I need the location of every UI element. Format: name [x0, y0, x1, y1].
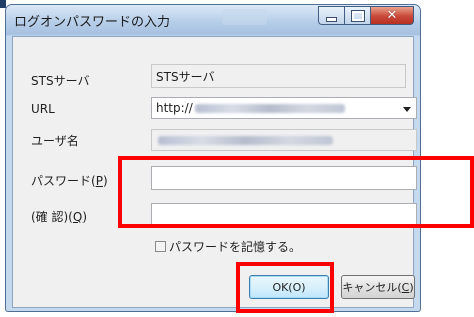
title-bar-blur — [222, 9, 267, 25]
sts-server-label: STSサーバ — [31, 74, 90, 88]
password-access-key: P — [95, 174, 103, 188]
password-label: パスワード(P) — [31, 172, 108, 189]
close-icon: ✕ — [386, 8, 398, 23]
sts-server-field: STSサーバ — [151, 64, 406, 88]
close-button[interactable]: ✕ — [370, 6, 414, 25]
title-bar[interactable]: ログオンパスワードの入力 ✕ — [6, 5, 420, 34]
url-label: URL — [31, 102, 55, 116]
remember-password-label[interactable]: パスワードを記憶する。 — [169, 238, 301, 255]
window-title: ログオンパスワードの入力 — [14, 15, 171, 30]
chevron-down-icon[interactable] — [403, 107, 411, 112]
password-label-prefix: パスワード( — [31, 174, 96, 188]
cancel-label-prefix: キャンセル( — [342, 281, 402, 294]
confirm-access-key: Q — [72, 210, 83, 224]
window-controls: ✕ — [318, 6, 414, 25]
url-select[interactable]: http:// — [151, 97, 417, 119]
user-name-redacted — [158, 135, 333, 145]
password-fields-highlight — [118, 156, 474, 228]
cancel-button[interactable]: キャンセル(C) — [341, 275, 415, 299]
password-label-suffix: ) — [102, 174, 108, 188]
confirm-label-prefix: (確 認)( — [31, 210, 73, 224]
confirm-label-suffix: ) — [82, 210, 88, 224]
minimize-icon — [326, 16, 337, 22]
user-name-label: ユーザ名 — [31, 134, 79, 148]
remember-password-checkbox[interactable] — [155, 241, 166, 252]
cancel-access-key: C — [401, 280, 410, 294]
cancel-label-suffix: ) — [409, 280, 414, 294]
remember-password-option[interactable]: パスワードを記憶する。 — [155, 238, 301, 255]
sts-server-value: STSサーバ — [156, 69, 215, 84]
minimize-button[interactable] — [318, 6, 344, 25]
user-name-field — [151, 129, 417, 151]
maximize-button[interactable] — [344, 6, 370, 25]
confirm-label: (確 認)(Q) — [31, 208, 87, 225]
url-value: http:// — [156, 101, 193, 115]
ok-button-highlight — [236, 262, 334, 313]
maximize-icon — [350, 9, 365, 22]
url-redacted — [194, 103, 345, 113]
